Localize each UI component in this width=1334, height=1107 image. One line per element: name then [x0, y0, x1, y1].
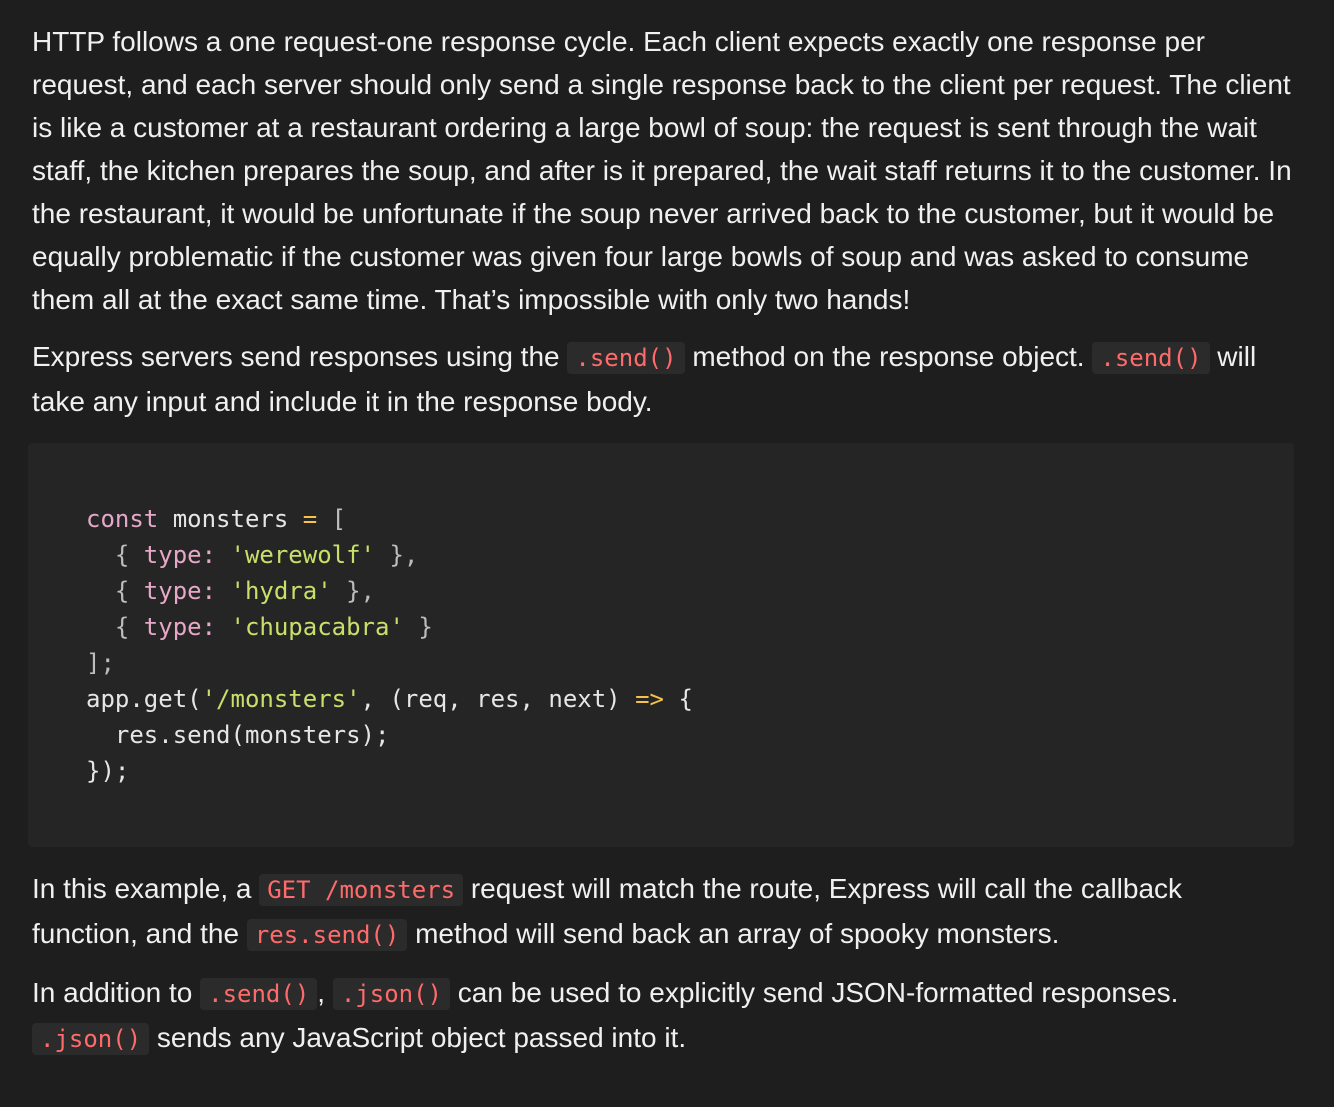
- code-text: :: [201, 613, 231, 641]
- inline-code-get-monsters: GET /monsters: [259, 874, 464, 906]
- code-text: {: [86, 541, 144, 569]
- code-line-2: { type: 'werewolf' },: [86, 537, 1294, 573]
- text: Express servers send responses using the: [32, 341, 568, 372]
- inline-code-json: .json(): [32, 1023, 150, 1055]
- code-property: type: [143, 541, 202, 569]
- inline-code-send: .send(): [1092, 342, 1210, 374]
- inline-code-res-send: res.send(): [246, 919, 408, 951]
- text: In this example, a: [32, 873, 260, 904]
- code-string: 'hydra': [230, 577, 332, 605]
- code-operator: =: [302, 505, 318, 533]
- code-operator: =>: [635, 685, 664, 713]
- code-line-1: const monsters = [: [86, 501, 1294, 537]
- code-line-5: ];: [86, 649, 115, 677]
- code-text: :: [201, 577, 231, 605]
- inline-code-send: .send(): [200, 978, 318, 1010]
- inline-code-send: .send(): [567, 342, 685, 374]
- text: ,: [317, 977, 333, 1008]
- code-string: 'chupacabra': [230, 613, 404, 641]
- code-property: type: [143, 577, 202, 605]
- code-text: monsters: [158, 505, 303, 533]
- code-text: app.get(: [86, 685, 202, 713]
- paragraph-send-method: Express servers send responses using the…: [32, 335, 1294, 423]
- code-line-8: });: [86, 757, 130, 785]
- code-text: },: [331, 577, 376, 605]
- text: In addition to: [32, 977, 201, 1008]
- code-block: const monsters = [ { type: 'werewolf' },…: [28, 443, 1294, 847]
- code-text: {: [86, 577, 144, 605]
- code-line-7: res.send(monsters);: [86, 721, 390, 749]
- text: can be used to explicitly send JSON-form…: [450, 977, 1179, 1008]
- code-text: , (req, res, next): [360, 685, 636, 713]
- paragraph-example: In this example, a GET /monsters request…: [32, 867, 1294, 957]
- code-text: {: [664, 685, 693, 713]
- code-line-4: { type: 'chupacabra' }: [86, 609, 1294, 645]
- code-line-3: { type: 'hydra' },: [86, 573, 1294, 609]
- text: method will send back an array of spooky…: [407, 918, 1060, 949]
- code-string: '/monsters': [201, 685, 361, 713]
- paragraph-json-method: In addition to .send(), .json() can be u…: [32, 971, 1294, 1061]
- code-property: type: [143, 613, 202, 641]
- code-text: },: [375, 541, 419, 569]
- code-line-6: app.get('/monsters', (req, res, next) =>…: [86, 681, 1294, 717]
- code-keyword: const: [86, 505, 159, 533]
- text: method on the response object.: [684, 341, 1093, 372]
- code-text: [: [317, 505, 347, 533]
- code-text: :: [201, 541, 231, 569]
- paragraph-http-cycle: HTTP follows a one request-one response …: [32, 26, 1292, 315]
- code-text: {: [86, 613, 144, 641]
- code-text: }: [403, 613, 433, 641]
- code-string: 'werewolf': [230, 541, 376, 569]
- inline-code-json: .json(): [332, 978, 450, 1010]
- text: sends any JavaScript object passed into …: [149, 1022, 687, 1053]
- article-content: HTTP follows a one request-one response …: [28, 20, 1294, 1075]
